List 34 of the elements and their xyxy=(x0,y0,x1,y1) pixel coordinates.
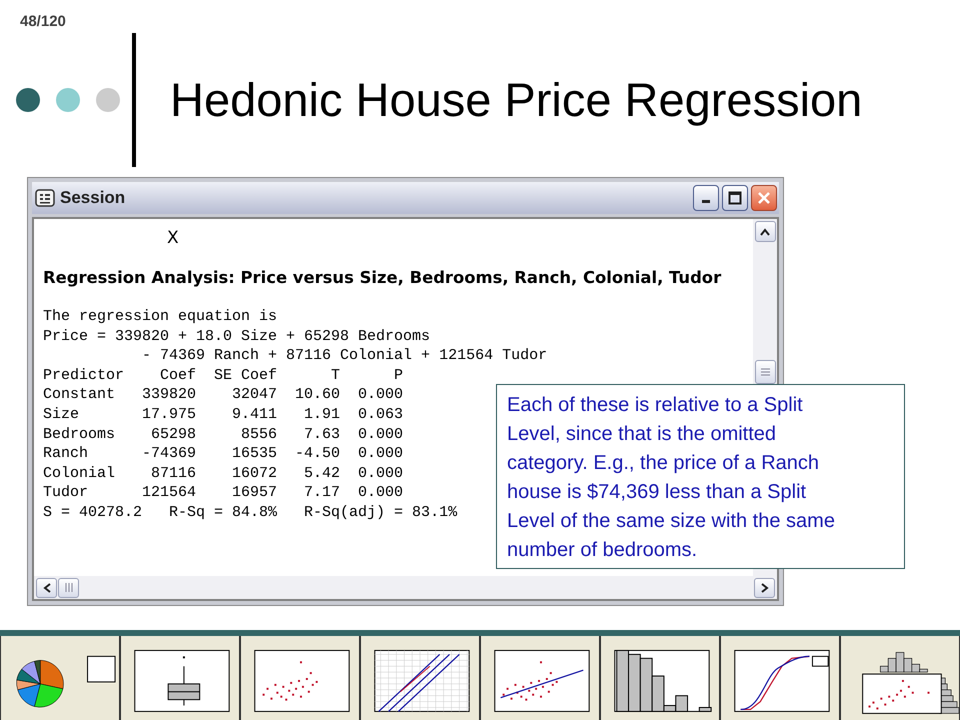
output-line: Size 17.975 9.411 1.91 0.063 xyxy=(43,404,404,425)
minimize-button[interactable] xyxy=(693,185,719,211)
output-line: Ranch -74369 16535 -4.50 0.000 xyxy=(43,444,404,464)
output-line: - 74369 Ranch + 87116 Colonial + 121564 Tudor xyxy=(141,346,548,366)
scroll-up-button[interactable] xyxy=(754,221,776,242)
scrollbar-thumb[interactable] xyxy=(58,578,79,598)
scroll-left-button[interactable] xyxy=(36,578,57,598)
callout-note: Each of these is relative to a Split Level, since that is the omitted category. E.g., the price of a Ranch house is $74,369 less than a Split Level of the same size with the same number of bedrooms. xyxy=(496,384,905,569)
output-line: Predictor Coef SE Coef T P xyxy=(43,366,404,386)
slide-number: 48/120 xyxy=(20,13,66,30)
scrollbar-thumb[interactable] xyxy=(754,360,776,384)
session-window-icon xyxy=(34,187,56,209)
output-line: Tudor 121564 16957 7.17 0.000 xyxy=(43,483,404,503)
scroll-right-button[interactable] xyxy=(754,578,775,598)
grip-icon xyxy=(64,583,72,592)
output-line: Constant 339820 32047 10.60 0.000 xyxy=(43,385,404,405)
output-line: S = 40278.2 R-Sq = 84.8% R-Sq(adj) = 83.1% xyxy=(43,502,458,523)
grip-icon xyxy=(760,368,770,376)
maximize-button[interactable] xyxy=(722,185,748,211)
close-icon xyxy=(757,191,771,205)
window-title: Session xyxy=(60,187,126,210)
output-line: Colonial 87116 16072 5.42 0.000 xyxy=(43,464,404,484)
close-button[interactable] xyxy=(751,185,777,211)
up-caret-icon xyxy=(760,228,770,236)
output-line: Bedrooms 65298 8556 7.63 0.000 xyxy=(43,424,404,444)
minimize-icon xyxy=(702,200,710,202)
maximize-icon xyxy=(728,191,742,205)
slide-title: Hedonic House Price Regression xyxy=(170,73,862,127)
regression-heading: Regression Analysis: Price versus Size, Bedrooms, Ranch, Colonial, Tudor xyxy=(43,267,722,289)
left-caret-icon xyxy=(42,582,50,592)
output-line: Price = 339820 + 18.0 Size + 65298 Bedrooms xyxy=(43,326,430,346)
marker-text: X xyxy=(167,228,180,248)
output-line: The regression equation is xyxy=(43,307,278,327)
right-caret-icon xyxy=(760,582,768,592)
